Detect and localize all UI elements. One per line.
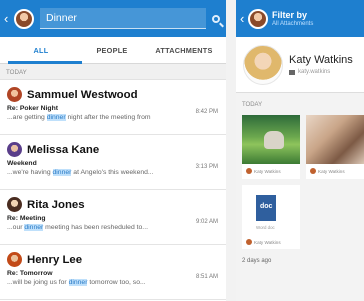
back-arrow-icon[interactable]: ‹ xyxy=(4,11,14,26)
section-header-2-days-ago: 2 days ago xyxy=(242,258,272,264)
sender-name: Rita Jones xyxy=(27,198,85,211)
back-arrow-icon[interactable]: ‹ xyxy=(240,11,248,26)
message-subject: Re: Poker Night xyxy=(7,105,58,112)
attachment-sender: Katy Watkins xyxy=(246,239,281,245)
contact-email: katy.watkins xyxy=(289,69,353,75)
filter-title: Filter by xyxy=(272,10,308,20)
search-highlight: dinner xyxy=(52,169,72,176)
message-row[interactable]: Melissa Kane Weekend 3:13 PM ...we're ha… xyxy=(0,135,226,190)
section-header-today: TODAY xyxy=(242,102,263,108)
search-icon[interactable] xyxy=(212,14,220,23)
document-name: Word doc xyxy=(256,225,275,230)
filter-toolbar: ‹ Filter by All Attachments xyxy=(236,0,364,37)
empty-slot xyxy=(306,185,364,249)
account-avatar[interactable] xyxy=(248,8,268,29)
search-highlight: dinner xyxy=(46,114,66,121)
contact-header[interactable]: Katy Watkins katy.watkins xyxy=(236,37,364,93)
search-input[interactable]: Dinner xyxy=(40,8,206,29)
sender-avatar xyxy=(7,142,22,157)
message-snippet: ...are getting dinner night after the me… xyxy=(7,114,151,121)
message-time: 3:13 PM xyxy=(195,164,218,170)
attachment-grid: Katy Watkins Katy Watkins xyxy=(236,115,364,179)
message-snippet: ...will be joing us for dinner tomorrow … xyxy=(7,279,146,286)
sender-name: Henry Lee xyxy=(27,253,83,266)
search-toolbar: ‹ Dinner xyxy=(0,0,226,37)
photo-thumbnail xyxy=(242,115,300,164)
search-results-panel: ‹ Dinner ALL PEOPLE ATTACHMENTS TODAY Sa… xyxy=(0,0,226,301)
message-subject: Re: Meeting xyxy=(7,215,46,222)
sender-name: Melissa Kane xyxy=(27,143,100,156)
filter-dropdown[interactable]: Filter by All Attachments xyxy=(272,10,313,27)
message-subject: Re: Tomorrow xyxy=(7,270,53,277)
sender-avatar xyxy=(246,168,252,174)
document-attachment[interactable]: doc Word doc Katy Watkins xyxy=(242,185,300,249)
attachment-sender: Katy Watkins xyxy=(306,164,364,174)
sender-avatar xyxy=(246,239,252,245)
message-time: 8:51 AM xyxy=(195,274,218,280)
message-time: 9:02 AM xyxy=(195,219,218,225)
section-header-today: TODAY xyxy=(0,64,226,80)
message-time: 8:42 PM xyxy=(195,109,218,115)
sender-avatar xyxy=(7,87,22,102)
filter-subtitle: All Attachments xyxy=(272,21,314,27)
document-grid: doc Word doc Katy Watkins xyxy=(236,179,364,249)
search-highlight: dinner xyxy=(68,279,88,286)
attachment-sender: Katy Watkins xyxy=(242,164,300,174)
word-document-icon: doc xyxy=(256,195,276,221)
account-avatar[interactable] xyxy=(14,8,34,29)
message-row[interactable]: Rita Jones Re: Meeting 9:02 AM ...our di… xyxy=(0,190,226,245)
tab-all[interactable]: ALL xyxy=(0,37,82,64)
sender-avatar xyxy=(7,252,22,267)
message-row[interactable]: Henry Lee Re: Tomorrow 8:51 AM ...will b… xyxy=(0,245,226,300)
filter-tabs: ALL PEOPLE ATTACHMENTS xyxy=(0,37,226,64)
message-subject: Weekend xyxy=(7,160,37,167)
sender-avatar xyxy=(310,168,316,174)
contact-name: Katy Watkins xyxy=(289,54,353,66)
mail-icon xyxy=(289,69,295,75)
tab-people[interactable]: PEOPLE xyxy=(82,37,142,63)
message-snippet: ...our dinner meeting has been reshedule… xyxy=(7,224,148,231)
contact-avatar xyxy=(243,44,283,85)
tab-attachments[interactable]: ATTACHMENTS xyxy=(142,37,226,63)
photo-thumbnail xyxy=(306,115,364,164)
search-highlight: dinner xyxy=(24,224,44,231)
photo-attachment[interactable]: Katy Watkins xyxy=(306,115,364,179)
sender-avatar xyxy=(7,197,22,212)
attachments-panel: ‹ Filter by All Attachments Katy Watkins… xyxy=(236,0,364,301)
sender-name: Sammuel Westwood xyxy=(27,88,138,101)
photo-attachment[interactable]: Katy Watkins xyxy=(242,115,300,179)
message-snippet: ...we're having dinner at Angelo's this … xyxy=(7,169,154,176)
message-row[interactable]: Sammuel Westwood Re: Poker Night 8:42 PM… xyxy=(0,80,226,135)
